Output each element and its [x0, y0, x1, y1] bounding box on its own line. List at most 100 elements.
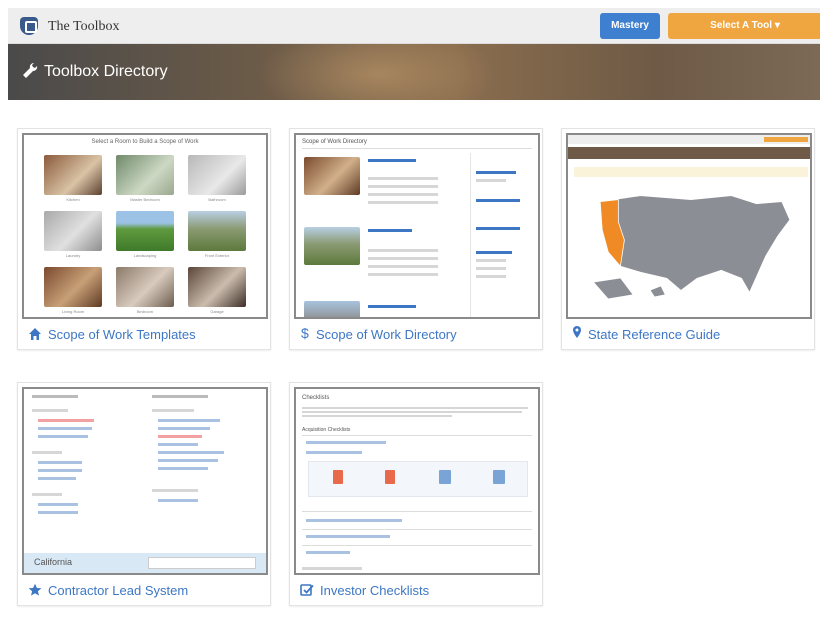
column-heading: [32, 395, 78, 398]
card-label[interactable]: Scope of Work Templates: [48, 327, 196, 342]
contractor-line: [38, 477, 76, 480]
page-banner: Toolbox Directory: [8, 44, 820, 100]
checklist-text: [302, 415, 452, 417]
contractor-line: [158, 419, 220, 422]
home-icon: [29, 328, 41, 340]
state-select-dropdown[interactable]: [148, 557, 256, 569]
state-select-bar[interactable]: California: [24, 553, 266, 573]
toolbox-logo-icon[interactable]: [20, 17, 38, 35]
room-thumb-garage: [188, 267, 246, 307]
divider: [302, 511, 532, 512]
checklist-link: [306, 535, 390, 538]
preview-notice: [574, 167, 808, 177]
card-label[interactable]: State Reference Guide: [588, 327, 720, 342]
sidebar-rule: [470, 153, 471, 317]
contractor-line: [158, 499, 198, 502]
checklist-link: [306, 519, 402, 522]
contractor-line: [158, 427, 210, 430]
doc-icon: [493, 470, 505, 484]
listing-line: [368, 305, 416, 308]
contractor-line: [32, 409, 68, 412]
checklist-icon: [300, 584, 314, 596]
card-label[interactable]: Scope of Work Directory: [316, 327, 457, 342]
card-investor-checklists[interactable]: Checklists Acquisition Checklists Invest…: [289, 382, 543, 606]
listing-photo: [304, 157, 360, 195]
templates-preview-title: Select a Room to Build a Scope of Work: [91, 139, 199, 145]
card-scope-of-work-templates[interactable]: Select a Room to Build a Scope of Work K…: [17, 128, 271, 350]
select-a-tool-button[interactable]: Select A Tool ▾: [668, 13, 820, 39]
contractor-line: [158, 459, 218, 462]
divider: [302, 435, 532, 436]
room-caption: Landscaping: [133, 253, 157, 258]
app-title[interactable]: The Toolbox: [48, 19, 119, 35]
map-marker-icon: [573, 326, 581, 338]
listing-line: [368, 257, 438, 260]
preview-topbar-button: [764, 137, 808, 142]
card-label[interactable]: Contractor Lead System: [48, 583, 188, 598]
room-caption: Garage: [210, 309, 224, 314]
checklist-link: [306, 451, 362, 454]
room-thumb-landscaping: [116, 211, 174, 251]
us-map: [594, 195, 791, 299]
listing-line: [368, 273, 438, 276]
listing-photo: [304, 227, 360, 265]
checklist-link: [306, 551, 350, 554]
checklist-text: [302, 407, 528, 409]
contractor-line: [158, 467, 208, 470]
filter-line: [476, 171, 516, 174]
state-select-value: California: [34, 557, 73, 567]
room-caption: Kitchen: [66, 197, 80, 202]
checklist-text: [302, 411, 522, 413]
room-thumb-laundry: [44, 211, 102, 251]
filter-line: [476, 251, 512, 254]
checklists-preview-title: Checklists: [302, 395, 330, 401]
card-state-reference-guide[interactable]: State Reference Guide: [561, 128, 815, 350]
filter-line: [476, 179, 506, 182]
doc-icon: [439, 470, 451, 484]
divider: [302, 148, 532, 149]
listing-line: [368, 159, 416, 162]
room-caption: Laundry: [65, 253, 81, 258]
templates-preview: Select a Room to Build a Scope of Work K…: [22, 133, 268, 319]
divider: [302, 529, 532, 530]
star-icon: [28, 583, 42, 596]
contractor-line: [158, 435, 202, 438]
room-thumb-living-room: [44, 267, 102, 307]
state-guide-preview: [566, 133, 812, 319]
divider: [302, 545, 532, 546]
contractor-line: [38, 427, 92, 430]
contractor-line: [32, 493, 62, 496]
card-scope-of-work-directory[interactable]: Scope of Work Directory $ Scope of Work …: [289, 128, 543, 350]
top-navbar: The Toolbox Mastery Select A Tool ▾: [8, 8, 820, 44]
listing-line: [368, 249, 438, 252]
select-a-tool-label: Select A Tool: [710, 20, 773, 31]
filter-line: [476, 275, 506, 278]
room-caption: Bathroom: [208, 197, 226, 202]
contractor-line: [152, 489, 198, 492]
checklist-link: [306, 441, 386, 444]
column-heading: [152, 395, 208, 398]
filter-line: [476, 227, 520, 230]
wrench-icon: [23, 62, 38, 78]
contractor-line: [38, 511, 78, 514]
contractor-line: [38, 419, 94, 422]
card-contractor-lead-system[interactable]: California Contractor Lead System: [17, 382, 271, 606]
contractor-line: [38, 461, 82, 464]
listing-line: [368, 201, 438, 204]
filter-line: [476, 199, 520, 202]
room-thumb-front-exterior: [188, 211, 246, 251]
room-caption: Master Bedroom: [130, 197, 160, 202]
checklists-section-title: Acquisition Checklists: [302, 427, 351, 433]
contractor-line: [38, 469, 82, 472]
room-caption: Living Room: [61, 309, 85, 314]
page-title: Toolbox Directory: [44, 63, 168, 80]
contractor-line: [158, 443, 198, 446]
mastery-button[interactable]: Mastery: [600, 13, 660, 39]
directory-preview-title: Scope of Work Directory: [302, 139, 367, 145]
checklist-icons-panel: [308, 461, 528, 497]
card-label[interactable]: Investor Checklists: [320, 583, 429, 598]
pdf-icon: [333, 470, 343, 484]
directory-preview: Scope of Work Directory: [294, 133, 540, 319]
chevron-down-icon: ▾: [774, 20, 780, 31]
checklist-text: [302, 567, 362, 570]
